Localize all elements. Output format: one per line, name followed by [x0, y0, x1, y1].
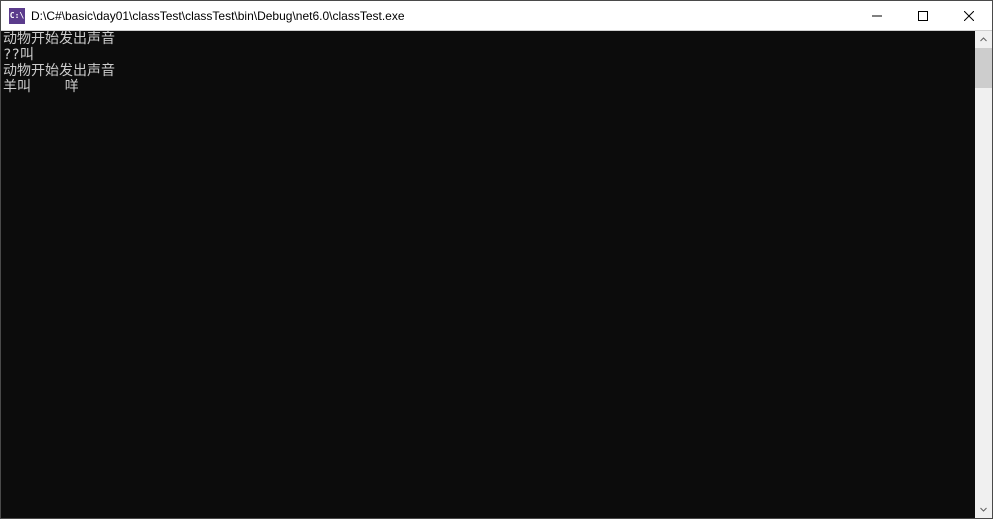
console-line: ??叫 [3, 47, 973, 63]
console-line: 羊叫 咩 [3, 79, 973, 95]
scroll-track[interactable] [975, 48, 992, 501]
console-area: 动物开始发出声音??叫动物开始发出声音羊叫 咩 [1, 31, 992, 518]
chevron-down-icon [980, 506, 987, 513]
vertical-scrollbar[interactable] [975, 31, 992, 518]
minimize-icon [872, 11, 882, 21]
maximize-icon [918, 11, 928, 21]
chevron-up-icon [980, 36, 987, 43]
window-controls [854, 1, 992, 30]
minimize-button[interactable] [854, 1, 900, 30]
console-window: C:\ D:\C#\basic\day01\classTest\classTes… [0, 0, 993, 519]
console-output[interactable]: 动物开始发出声音??叫动物开始发出声音羊叫 咩 [1, 31, 975, 518]
maximize-button[interactable] [900, 1, 946, 30]
app-icon-text: C:\ [10, 11, 24, 20]
window-title: D:\C#\basic\day01\classTest\classTest\bi… [31, 9, 854, 23]
close-icon [964, 11, 974, 21]
close-button[interactable] [946, 1, 992, 30]
console-line: 动物开始发出声音 [3, 63, 973, 79]
titlebar[interactable]: C:\ D:\C#\basic\day01\classTest\classTes… [1, 1, 992, 31]
scroll-thumb[interactable] [975, 48, 992, 88]
scroll-down-button[interactable] [975, 501, 992, 518]
scroll-up-button[interactable] [975, 31, 992, 48]
console-line: 动物开始发出声音 [3, 31, 973, 47]
app-icon: C:\ [9, 8, 25, 24]
